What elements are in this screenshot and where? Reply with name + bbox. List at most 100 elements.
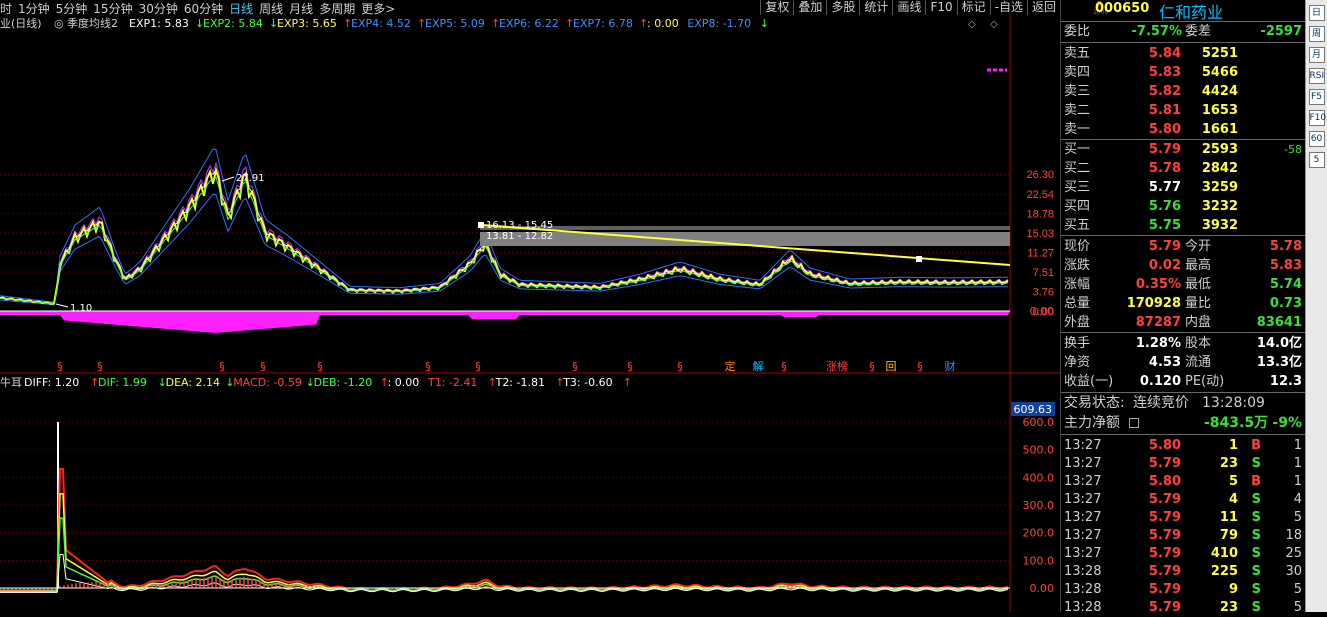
stock-name[interactable]: 仁和药业 [1159,0,1223,23]
ask-volume: 1653 [1201,103,1238,118]
event-marker[interactable]: § [572,360,578,373]
event-marker[interactable]: § [97,360,103,373]
period-tab[interactable]: 30分钟 [139,0,178,15]
tick-row[interactable]: 13:27 5.79 79 S 18 [1061,527,1306,545]
sidebar-button[interactable]: F10 [1308,110,1326,126]
stat-label: 现价 [1064,239,1091,254]
tick-count: 18 [1285,528,1302,543]
event-marker[interactable]: § [219,360,225,373]
stat-value: 5.74 [1269,277,1302,292]
list-icon[interactable] [1129,418,1139,428]
toolbar-button[interactable]: 叠加 [793,0,826,15]
tick-row[interactable]: 13:27 5.79 410 S 25 [1061,545,1306,563]
sidebar-button[interactable]: F5 [1308,89,1325,105]
period-tab[interactable]: 15分钟 [93,0,132,15]
weibi-label: 委比 [1064,24,1091,39]
ask-row[interactable]: 卖一 5.80 1661 [1061,120,1306,139]
diamond-icon[interactable]: ◇ [968,19,976,30]
event-marker[interactable]: 财 [945,359,956,373]
event-marker[interactable]: § [57,360,63,373]
stat-value: 0.73 [1269,296,1302,311]
ask-row[interactable]: 卖二 5.81 1653 [1061,101,1306,120]
tick-row[interactable]: 13:28 5.79 23 S 5 [1061,599,1306,617]
chart-area[interactable]: 26.30 22.54 18.78 15.03 11.27 7.51 3.76 0.00 16.… [0,15,1060,612]
sidebar-button[interactable]: 60 [1308,131,1325,147]
event-marker[interactable]: 涨榜 [826,359,848,373]
bid-row[interactable]: 买三 5.77 3259 [1061,178,1306,197]
sidebar-button[interactable]: RSI [1308,68,1325,84]
toolbar-button[interactable]: 统计 [859,0,892,15]
toolbar-button[interactable]: 多股 [826,0,859,15]
tick-direction: S [1251,564,1261,579]
event-marker[interactable]: § [677,360,683,373]
stat-label: 量比 [1185,296,1212,311]
indicator-band [0,311,1010,333]
event-marker[interactable]: § [869,360,875,373]
stat-row: 总量 170928 量比 0.73 [1061,294,1306,313]
ask-row[interactable]: 卖五 5.84 5251 [1061,44,1306,63]
tick-row[interactable]: 13:28 5.79 9 S 5 [1061,581,1306,599]
trade-status-value: 连续竞价 [1133,395,1189,411]
sidebar-button[interactable]: 日 [1308,5,1325,21]
bid-volume: 2842 [1201,161,1238,176]
tick-row[interactable]: 13:27 5.79 4 S 4 [1061,491,1306,509]
event-marker[interactable]: § [917,360,923,373]
period-tab[interactable]: 更多> [361,0,395,15]
trend-handle[interactable] [478,222,484,228]
period-tab[interactable]: 月线 [289,0,313,15]
tick-row[interactable]: 13:28 5.79 225 S 30 [1061,563,1306,581]
trend-handle[interactable] [916,256,922,262]
toolbar-button[interactable]: 画线 [892,0,925,15]
sidebar-button[interactable]: 周 [1308,26,1325,42]
stat-row: 涨跌 0.02 最高 5.83 [1061,256,1306,275]
event-marker[interactable]: § [475,360,481,373]
stat2-value: 13.3亿 [1256,355,1302,370]
event-marker[interactable]: 回 [886,360,897,373]
toolbar-button[interactable]: F10 [925,0,956,15]
sidebar-button[interactable]: 月 [1308,47,1325,63]
toolbar-button[interactable]: 返回 [1026,0,1060,15]
bid-row[interactable]: 买五 5.75 3932 [1061,216,1306,235]
stock-code[interactable]: 000650 [1095,1,1149,16]
toolbar-button[interactable]: 复权 [760,0,793,15]
indicator-name[interactable]: 季度均线2 [67,16,118,30]
peak-pointer [221,176,235,182]
bid-row[interactable]: 买二 5.78 2842 [1061,159,1306,178]
stat2-label: 收益(一) [1064,374,1114,389]
diamond-icon[interactable]: ◇ [990,19,998,30]
sidebar-button[interactable]: 5 [1308,152,1325,168]
period-tab[interactable]: 周线 [259,0,283,15]
tick-row[interactable]: 13:27 5.79 23 S 1 [1061,455,1306,473]
kline-chart-svg[interactable]: 26.30 22.54 18.78 15.03 11.27 7.51 3.76 0.00 16.… [0,15,1060,612]
period-tab[interactable]: 5分钟 [56,0,88,15]
event-marker[interactable]: 解 [753,359,764,373]
period-tab[interactable]: 60分钟 [184,0,223,15]
ask-volume: 5251 [1201,46,1238,61]
toolbar-button[interactable]: 标记 [956,0,990,15]
bid-price: 5.76 [1148,199,1181,214]
event-marker[interactable]: § [317,360,323,373]
event-marker[interactable]: § [260,360,266,373]
event-marker[interactable]: § [425,360,431,373]
legend-item: T2: -1.81 [495,376,545,389]
tick-price: 5.79 [1148,564,1181,579]
trade-time: 13:28:09 [1202,395,1265,411]
ask-row[interactable]: 卖三 5.82 4424 [1061,82,1306,101]
period-tab[interactable]: 日线 [229,0,253,15]
event-marker[interactable]: 定 [725,359,736,373]
period-tab[interactable]: 时 [0,0,12,15]
bid-row[interactable]: 买四 5.76 3232 [1061,197,1306,216]
bid-label: 买一 [1064,142,1091,157]
ask-row[interactable]: 卖四 5.83 5466 [1061,63,1306,82]
period-tab[interactable]: 多周期 [319,0,355,15]
main-net-row: 主力净额 -843.5万 -9% [1061,414,1306,433]
tick-row[interactable]: 13:27 5.79 11 S 5 [1061,509,1306,527]
tick-row[interactable]: 13:27 5.80 5 B 1 [1061,473,1306,491]
settings-icon[interactable]: ◎ [54,17,64,30]
bid-row[interactable]: 买一 5.79 2593 -58 [1061,140,1306,159]
event-marker[interactable]: § [781,360,787,373]
period-tab[interactable]: 1分钟 [18,0,50,15]
tick-row[interactable]: 13:27 5.80 1 B 1 [1061,437,1306,455]
event-marker[interactable]: § [627,360,633,373]
toolbar-button[interactable]: -自选 [989,0,1027,15]
